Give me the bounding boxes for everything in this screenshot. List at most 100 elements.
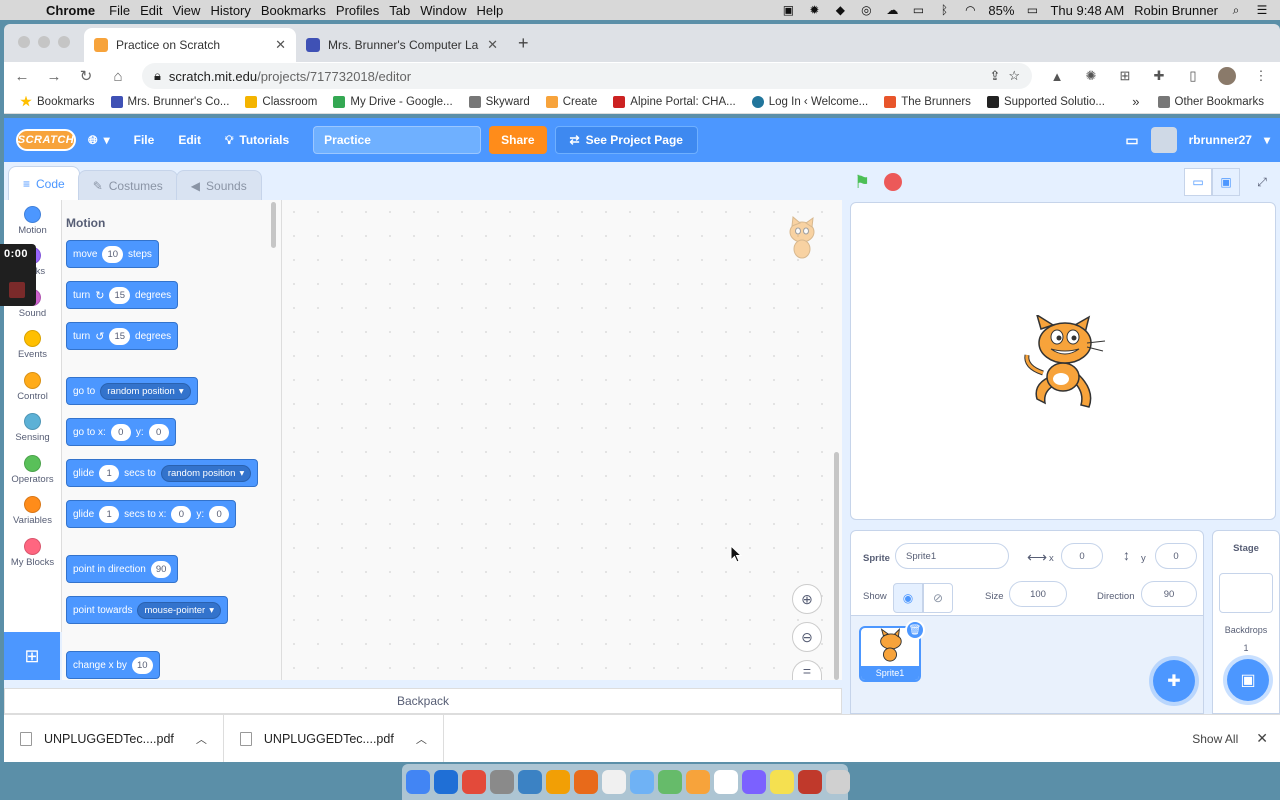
bookmark-log-in[interactable]: Log In ‹ Welcome... [744,95,877,108]
fullscreen-icon[interactable]: ⤢ [1248,168,1276,196]
dock-app-icon[interactable] [546,770,570,794]
share-button[interactable]: Share [489,126,547,154]
caret-down-icon[interactable]: ▾ [1264,133,1270,147]
y-input[interactable]: 0 [1155,543,1197,569]
dock-app-icon[interactable] [714,770,738,794]
dock-app-icon[interactable] [686,770,710,794]
shield-icon[interactable]: ◆ [832,3,848,17]
tab-costumes[interactable]: ✎ Costumes [77,170,178,200]
google-drive-extension-icon[interactable]: ▲ [1048,67,1066,85]
zoom-out-button[interactable]: ⊖ [792,622,822,652]
workspace-scrollbar[interactable] [834,452,839,680]
screen-recorder-widget[interactable]: 0:00 [0,244,36,306]
close-icon[interactable]: ✕ [1252,730,1280,747]
stage-selector[interactable]: Stage Backdrops 1 ▣ [1212,530,1280,714]
extension-grid-icon[interactable]: ⊞ [1116,67,1134,85]
stop-recording-icon[interactable] [9,282,25,298]
browser-tab-scratch[interactable]: Practice on Scratch ✕ [84,28,296,62]
menu-profiles[interactable]: Profiles [336,3,389,18]
bookmarks-overflow-icon[interactable]: » [1122,94,1149,109]
control-center-icon[interactable]: ☰ [1254,3,1270,17]
category-events[interactable]: Events [4,325,61,367]
block-point-in-direction[interactable]: point in direction 90 [66,555,179,583]
chevron-up-icon[interactable]: ︿ [416,731,427,747]
my-stuff-folder-icon[interactable]: ▭ [1125,132,1138,149]
dock-app-icon[interactable] [770,770,794,794]
dock-app-icon[interactable] [658,770,682,794]
tab-code[interactable]: ≡ Code [8,166,80,200]
download-item[interactable]: UNPLUGGEDTec....pdf ︿ [224,715,444,762]
bookmark-the-brunners[interactable]: The Brunners [876,95,979,108]
address-bar[interactable]: 🔒︎ scratch.mit.edu/projects/717732018/ed… [142,63,1032,89]
dock-app-icon[interactable] [462,770,486,794]
block-input[interactable]: 0 [110,423,131,441]
stage-canvas[interactable] [850,202,1276,520]
side-panel-icon[interactable]: ▯ [1184,67,1202,85]
bookmark-bookmarks[interactable]: Bookmarks [12,95,103,108]
menu-edit[interactable]: Edit [140,3,172,18]
block-input[interactable]: 15 [109,327,131,345]
block-move-steps[interactable]: move 10 steps [66,240,159,268]
category-motion[interactable]: Motion [4,200,61,242]
block-input[interactable]: 0 [148,423,169,441]
block-turn-left[interactable]: turn ↺ 15 degrees [66,322,179,350]
block-input[interactable]: 10 [102,245,124,263]
choose-backdrop-button[interactable]: ▣ [1227,659,1269,701]
small-stage-icon[interactable]: ▭ [1184,168,1212,196]
menu-app[interactable]: Chrome [46,3,109,18]
size-input[interactable]: 100 [1009,581,1067,607]
dock-app-icon[interactable] [602,770,626,794]
menu-history[interactable]: History [210,3,260,18]
dock-app-icon[interactable] [434,770,458,794]
code-workspace[interactable]: ⊕ ⊖ = [282,200,842,680]
reload-icon[interactable]: ↻ [78,67,94,85]
brightness-icon[interactable]: ✹ [806,3,822,17]
choose-sprite-button[interactable]: ✚ [1153,660,1195,702]
bookmark-supported-solutions[interactable]: Supported Solutio... [979,95,1113,108]
chrome-menu-icon[interactable]: ⋮ [1252,67,1270,85]
block-input[interactable]: 1 [99,505,120,523]
x-input[interactable]: 0 [1061,543,1103,569]
sprite-cat[interactable] [1019,315,1111,409]
tab-sounds[interactable]: ◀︎ Sounds [175,170,262,200]
airplay-icon[interactable]: ▭ [910,3,926,17]
close-window-icon[interactable] [18,36,30,48]
forward-icon[interactable]: → [46,68,62,85]
other-bookmarks[interactable]: Other Bookmarks [1150,95,1272,108]
file-menu[interactable]: File [122,133,167,147]
edit-menu[interactable]: Edit [166,133,213,147]
language-button[interactable]: 🌐︎ ▾ [76,133,122,148]
battery-percent[interactable]: 85% [988,3,1014,18]
block-input[interactable]: 1 [99,464,120,482]
direction-input[interactable]: 90 [1141,581,1197,607]
bookmark-star-icon[interactable]: ☆ [1008,68,1020,84]
bookmark-create[interactable]: Create [538,95,606,108]
dock-app-icon[interactable] [406,770,430,794]
backpack-bar[interactable]: Backpack [4,688,842,714]
see-project-page-button[interactable]: ⇄ See Project Page [554,126,698,154]
spotlight-icon[interactable]: ⌕ [1228,3,1244,17]
home-icon[interactable]: ⌂ [110,68,126,85]
category-control[interactable]: Control [4,366,61,408]
sprite-name-input[interactable]: Sprite1 [895,543,1009,569]
large-stage-icon[interactable]: ▣ [1212,168,1240,196]
stop-icon[interactable] [884,173,902,191]
block-input[interactable]: 0 [209,505,230,523]
category-my-blocks[interactable]: My Blocks [4,532,61,574]
close-tab-icon[interactable]: ✕ [275,37,286,53]
tutorials-button[interactable]: 💡︎ Tutorials [213,133,301,148]
extensions-puzzle-icon[interactable]: ✚ [1150,67,1168,85]
wifi-icon[interactable]: ◠ [962,3,978,17]
category-sensing[interactable]: Sensing [4,408,61,450]
chevron-up-icon[interactable]: ︿ [196,731,207,747]
hide-sprite-icon[interactable]: ⊘ [923,583,953,613]
new-tab-icon[interactable]: + [508,33,529,62]
green-flag-icon[interactable]: ⚑ [854,172,874,192]
bluetooth-icon[interactable]: ᛒ [936,3,952,17]
dock-app-icon[interactable] [742,770,766,794]
dock-app-icon[interactable] [826,770,850,794]
close-tab-icon[interactable]: ✕ [487,37,498,53]
menu-file[interactable]: File [109,3,140,18]
category-operators[interactable]: Operators [4,449,61,491]
share-page-icon[interactable]: ⇪ [989,68,1000,84]
